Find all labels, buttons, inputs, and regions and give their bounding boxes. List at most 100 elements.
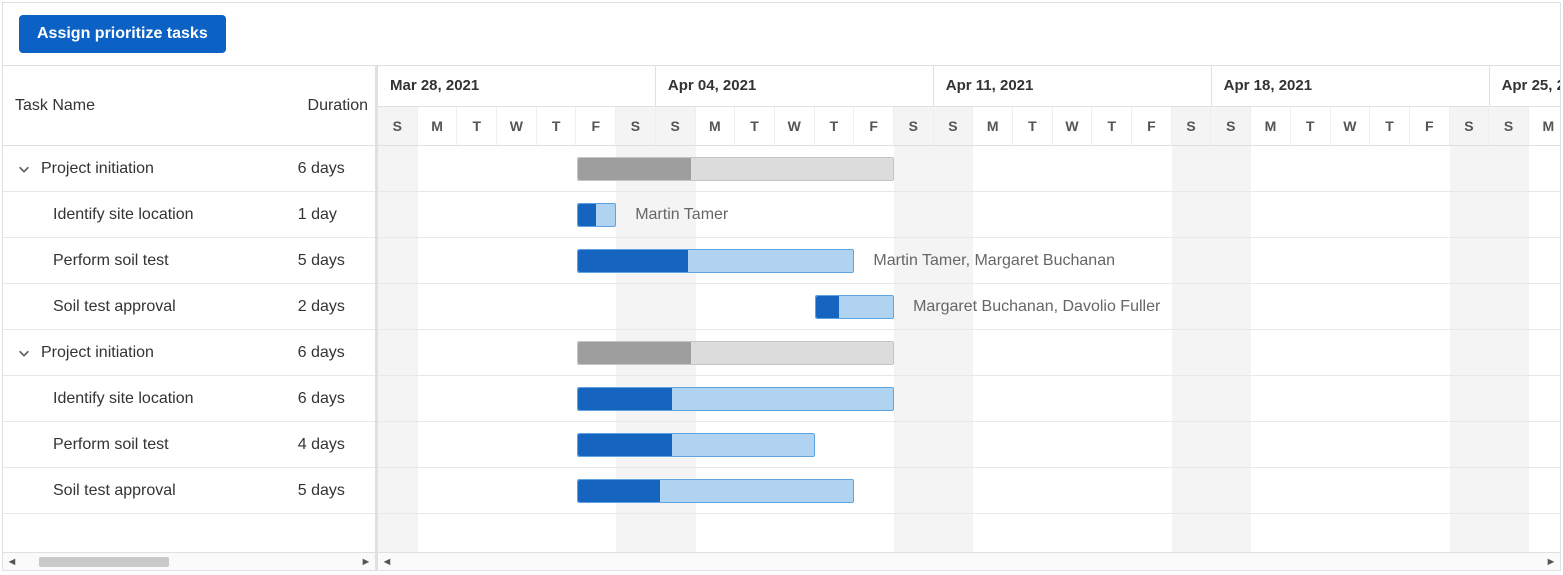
- progress-bar[interactable]: [578, 388, 673, 410]
- day-header: T: [1370, 106, 1410, 146]
- chart-header: Mar 28, 2021Apr 04, 2021Apr 11, 2021Apr …: [378, 66, 1560, 146]
- summary-bar[interactable]: [577, 157, 895, 181]
- day-header: T: [537, 106, 577, 146]
- week-header: Mar 28, 2021: [378, 66, 656, 106]
- table-row[interactable]: Perform soil test 4 days: [3, 422, 375, 468]
- duration-cell[interactable]: 4 days: [296, 436, 375, 454]
- day-header: M: [418, 106, 458, 146]
- resource-label: Margaret Buchanan, Davolio Fuller: [913, 298, 1160, 316]
- task-name-cell[interactable]: Soil test approval: [3, 298, 296, 316]
- day-header: T: [1092, 106, 1132, 146]
- day-header: F: [1410, 106, 1450, 146]
- progress-bar[interactable]: [578, 434, 672, 456]
- task-bar[interactable]: Martin Tamer, Margaret Buchanan: [577, 249, 855, 273]
- table-row[interactable]: Identify site location 6 days: [3, 376, 375, 422]
- chart-row: [378, 422, 1560, 468]
- scroll-track[interactable]: [396, 554, 1542, 570]
- day-header: S: [1172, 106, 1212, 146]
- task-name-label: Soil test approval: [53, 298, 176, 316]
- grid-header: Task Name Duration: [3, 66, 375, 146]
- task-name-label: Perform soil test: [53, 436, 169, 454]
- day-header: S: [1211, 106, 1251, 146]
- task-name-cell[interactable]: Soil test approval: [3, 482, 296, 500]
- day-header: F: [1132, 106, 1172, 146]
- progress-bar[interactable]: [578, 250, 688, 272]
- assign-prioritize-button[interactable]: Assign prioritize tasks: [19, 15, 226, 53]
- progress-bar[interactable]: [578, 204, 597, 226]
- table-row[interactable]: Soil test approval 2 days: [3, 284, 375, 330]
- chart-row: Martin Tamer: [378, 192, 1560, 238]
- chart-horizontal-scrollbar[interactable]: ◄ ►: [378, 552, 1560, 570]
- duration-cell[interactable]: 5 days: [296, 482, 375, 500]
- task-bar[interactable]: Martin Tamer: [577, 203, 617, 227]
- day-header: S: [934, 106, 974, 146]
- day-header: S: [616, 106, 656, 146]
- col-header-duration[interactable]: Duration: [296, 66, 375, 145]
- day-header: S: [656, 106, 696, 146]
- week-header: Apr 11, 2021: [934, 66, 1212, 106]
- task-name-cell[interactable]: Identify site location: [3, 390, 296, 408]
- col-header-task-name[interactable]: Task Name: [3, 66, 296, 145]
- day-header: S: [1489, 106, 1529, 146]
- grid-horizontal-scrollbar[interactable]: ◄ ►: [3, 552, 375, 570]
- duration-cell[interactable]: 6 days: [296, 160, 375, 178]
- day-header: T: [457, 106, 497, 146]
- grid-body: Project initiation6 daysIdentify site lo…: [3, 146, 375, 552]
- task-bar[interactable]: [577, 387, 895, 411]
- duration-cell[interactable]: 2 days: [296, 298, 375, 316]
- task-name-label: Project initiation: [41, 160, 154, 178]
- day-header: T: [1291, 106, 1331, 146]
- day-header: M: [1529, 106, 1560, 146]
- duration-cell[interactable]: 6 days: [296, 344, 375, 362]
- task-bar[interactable]: Margaret Buchanan, Davolio Fuller: [815, 295, 894, 319]
- scroll-thumb[interactable]: [39, 557, 169, 567]
- day-header: W: [497, 106, 537, 146]
- table-row[interactable]: Project initiation 6 days: [3, 146, 375, 192]
- day-header: F: [576, 106, 616, 146]
- table-row[interactable]: Perform soil test 5 days: [3, 238, 375, 284]
- task-name-label: Identify site location: [53, 390, 194, 408]
- day-header: M: [1251, 106, 1291, 146]
- gantt-chart: Mar 28, 2021Apr 04, 2021Apr 11, 2021Apr …: [378, 66, 1560, 570]
- duration-cell[interactable]: 6 days: [296, 390, 375, 408]
- progress-bar[interactable]: [816, 296, 839, 318]
- week-header: Apr 04, 2021: [656, 66, 934, 106]
- chevron-down-icon[interactable]: [17, 162, 31, 176]
- scroll-right-icon[interactable]: ►: [357, 553, 375, 571]
- summary-bar[interactable]: [577, 341, 895, 365]
- task-name-label: Project initiation: [41, 344, 154, 362]
- toolbar: Assign prioritize tasks: [3, 3, 1560, 66]
- task-name-cell[interactable]: Perform soil test: [3, 436, 296, 454]
- chart-body[interactable]: Martin Tamer Martin Tamer, Margaret Bucha…: [378, 146, 1560, 552]
- day-header: S: [378, 106, 418, 146]
- table-row[interactable]: Soil test approval5 days: [3, 468, 375, 514]
- day-header: S: [1450, 106, 1490, 146]
- day-header: T: [815, 106, 855, 146]
- progress-bar[interactable]: [578, 158, 692, 180]
- day-header: W: [775, 106, 815, 146]
- scroll-track[interactable]: [21, 554, 357, 570]
- scroll-left-icon[interactable]: ◄: [3, 553, 21, 571]
- task-bar[interactable]: [577, 433, 815, 457]
- task-name-cell[interactable]: Perform soil test: [3, 252, 296, 270]
- progress-bar[interactable]: [578, 342, 692, 364]
- chart-row: [378, 146, 1560, 192]
- table-row[interactable]: Identify site location1 day: [3, 192, 375, 238]
- day-header: T: [1013, 106, 1053, 146]
- chart-row: [378, 468, 1560, 514]
- duration-cell[interactable]: 1 day: [296, 206, 375, 224]
- task-name-cell[interactable]: Identify site location: [3, 206, 296, 224]
- task-name-cell[interactable]: Project initiation: [3, 160, 296, 178]
- scroll-left-icon[interactable]: ◄: [378, 553, 396, 571]
- chart-row: Margaret Buchanan, Davolio Fuller: [378, 284, 1560, 330]
- task-name-cell[interactable]: Project initiation: [3, 344, 296, 362]
- scroll-right-icon[interactable]: ►: [1542, 553, 1560, 571]
- progress-bar[interactable]: [578, 480, 661, 502]
- day-header: W: [1331, 106, 1371, 146]
- table-row[interactable]: Project initiation 6 days: [3, 330, 375, 376]
- task-bar[interactable]: [577, 479, 855, 503]
- chevron-down-icon[interactable]: [17, 346, 31, 360]
- duration-cell[interactable]: 5 days: [296, 252, 375, 270]
- day-header: S: [894, 106, 934, 146]
- task-name-label: Perform soil test: [53, 252, 169, 270]
